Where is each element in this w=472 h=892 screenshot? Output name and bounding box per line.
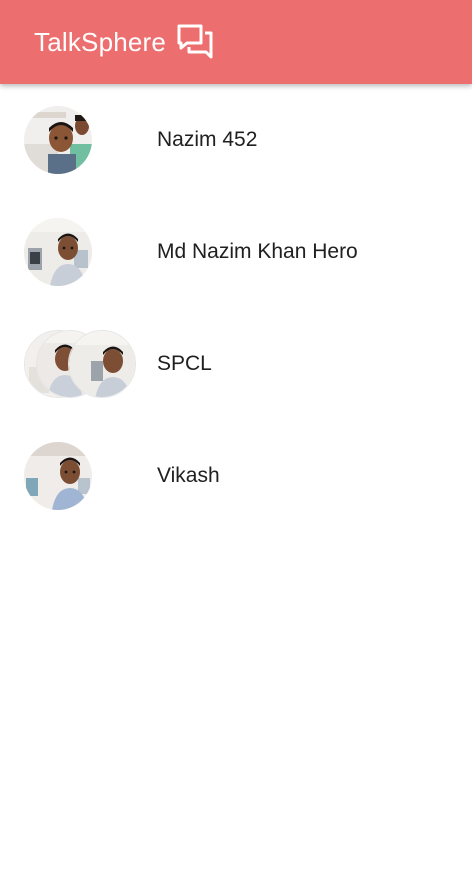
app-bar: TalkSphere [0, 0, 472, 84]
chat-name: Md Nazim Khan Hero [157, 240, 358, 263]
chat-name: Vikash [157, 464, 220, 487]
chat-item-vikash[interactable]: Vikash [0, 420, 472, 532]
chat-name: SPCL [157, 352, 212, 375]
chat-name: Nazim 452 [157, 128, 258, 151]
avatar [24, 442, 92, 510]
avatar [24, 218, 92, 286]
chat-item-spcl[interactable]: SPCL [0, 308, 472, 420]
chat-item-md-nazim-khan-hero[interactable]: Md Nazim Khan Hero [0, 196, 472, 308]
forum-chat-icon [176, 23, 214, 61]
app-root: TalkSphere Nazim 452 Md Nazim Khan Hero … [0, 0, 472, 892]
chat-list: Nazim 452 Md Nazim Khan Hero SPCL Vikash [0, 84, 472, 532]
chat-item-nazim-452[interactable]: Nazim 452 [0, 84, 472, 196]
app-title: TalkSphere [34, 26, 167, 57]
avatar [24, 106, 92, 174]
avatar [68, 330, 136, 398]
